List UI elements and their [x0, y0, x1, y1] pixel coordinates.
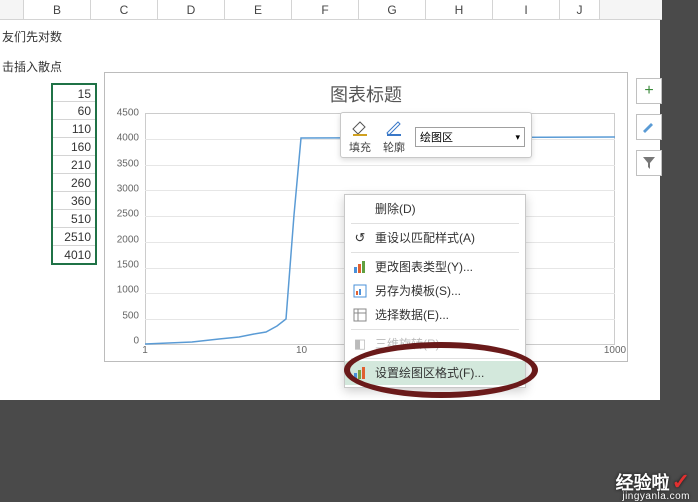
chart-title[interactable]: 图表标题 [105, 73, 627, 111]
ctx-label: 三维旋转(R)... [375, 337, 450, 351]
ctx-delete[interactable]: 删除(D) [345, 197, 525, 221]
watermark-url: jingyanla.com [622, 491, 690, 502]
outline-button[interactable]: 轮廓 [381, 117, 407, 155]
mini-toolbar: 填充 轮廓 绘图区 ▾ [340, 112, 532, 158]
ctx-label: 设置绘图区格式(F)... [375, 366, 484, 380]
ctx-3d-rotation[interactable]: ◧ 三维旋转(R)... [345, 332, 525, 356]
paint-bucket-icon [347, 117, 373, 139]
select-data-icon [351, 306, 369, 324]
outline-label: 轮廓 [383, 139, 405, 155]
col-header[interactable]: I [493, 0, 560, 19]
x-tick: 10 [296, 345, 307, 356]
reset-icon: ↺ [351, 229, 369, 247]
fill-button[interactable]: 填充 [347, 117, 373, 155]
y-tick: 500 [122, 310, 139, 321]
filter-icon [642, 156, 656, 170]
ctx-label: 另存为模板(S)... [375, 284, 461, 298]
cell[interactable]: 510 [52, 210, 96, 228]
watermark: 经验啦 ✓ jingyanla.com [616, 469, 690, 495]
ctx-label: 删除(D) [375, 202, 416, 216]
context-menu: 删除(D) ↺ 重设以匹配样式(A) 更改图表类型(Y)... 另存为模板(S)… [344, 194, 526, 388]
pen-icon [381, 117, 407, 139]
y-tick: 3000 [117, 183, 139, 194]
ctx-select-data[interactable]: 选择数据(E)... [345, 303, 525, 327]
col-header[interactable]: D [158, 0, 225, 19]
cell[interactable]: 260 [52, 174, 96, 192]
x-tick: 1 [142, 345, 148, 356]
chevron-down-icon: ▾ [515, 132, 520, 143]
brush-icon [641, 119, 657, 135]
col-header[interactable]: C [91, 0, 158, 19]
plus-icon: + [644, 82, 653, 100]
col-header[interactable]: J [560, 0, 600, 19]
cell[interactable]: 110 [52, 120, 96, 138]
y-tick: 1000 [117, 285, 139, 296]
col-header[interactable]: E [225, 0, 292, 19]
cell[interactable]: 4010 [52, 246, 96, 264]
chart-filters-button[interactable] [636, 150, 662, 176]
cell[interactable]: 160 [52, 138, 96, 156]
fill-label: 填充 [349, 139, 371, 155]
y-tick: 1500 [117, 260, 139, 271]
col-header[interactable]: F [292, 0, 359, 19]
crop-edge [662, 0, 698, 501]
cell[interactable]: 360 [52, 192, 96, 210]
ctx-label: 更改图表类型(Y)... [375, 260, 473, 274]
partial-text: 击插入散点 [2, 56, 62, 77]
partial-text: 友们先对数 [2, 26, 62, 47]
chart-element-combo[interactable]: 绘图区 ▾ [415, 127, 525, 147]
cell[interactable]: 60 [52, 102, 96, 120]
cell[interactable]: 2510 [52, 228, 96, 246]
chart-type-icon [351, 258, 369, 276]
spreadsheet: B C D E F G H I J 友们先对数 击插入散点 15 60 110 … [0, 0, 660, 400]
ctx-change-chart-type[interactable]: 更改图表类型(Y)... [345, 255, 525, 279]
separator [351, 358, 519, 359]
column-headers: B C D E F G H I J [0, 0, 698, 20]
separator [351, 252, 519, 253]
y-tick: 4000 [117, 133, 139, 144]
cell[interactable]: 15 [52, 84, 96, 102]
selected-range[interactable]: 15 60 110 160 210 260 360 510 2510 4010 [52, 84, 96, 264]
chart-side-buttons: + [636, 78, 662, 176]
ctx-label: 重设以匹配样式(A) [375, 231, 475, 245]
cell[interactable]: 210 [52, 156, 96, 174]
cube-icon: ◧ [351, 335, 369, 353]
col-header[interactable]: G [359, 0, 426, 19]
y-tick: 2500 [117, 209, 139, 220]
y-tick: 0 [133, 336, 139, 347]
save-template-icon [351, 282, 369, 300]
format-icon [351, 364, 369, 382]
col-header[interactable]: H [426, 0, 493, 19]
y-tick: 4500 [117, 108, 139, 119]
y-axis: 0 500 1000 1500 2000 2500 3000 3500 4000… [111, 113, 141, 341]
chart-elements-button[interactable]: + [636, 78, 662, 104]
ctx-format-plot-area[interactable]: 设置绘图区格式(F)... [345, 361, 525, 385]
ctx-save-template[interactable]: 另存为模板(S)... [345, 279, 525, 303]
combo-value: 绘图区 [420, 129, 453, 145]
ctx-reset-style[interactable]: ↺ 重设以匹配样式(A) [345, 226, 525, 250]
col-header[interactable]: B [24, 0, 91, 19]
separator [351, 223, 519, 224]
y-tick: 2000 [117, 234, 139, 245]
corner-cell [0, 0, 24, 19]
chart-styles-button[interactable] [636, 114, 662, 140]
y-tick: 3500 [117, 158, 139, 169]
x-tick: 1000 [604, 345, 626, 356]
separator [351, 329, 519, 330]
ctx-label: 选择数据(E)... [375, 308, 449, 322]
